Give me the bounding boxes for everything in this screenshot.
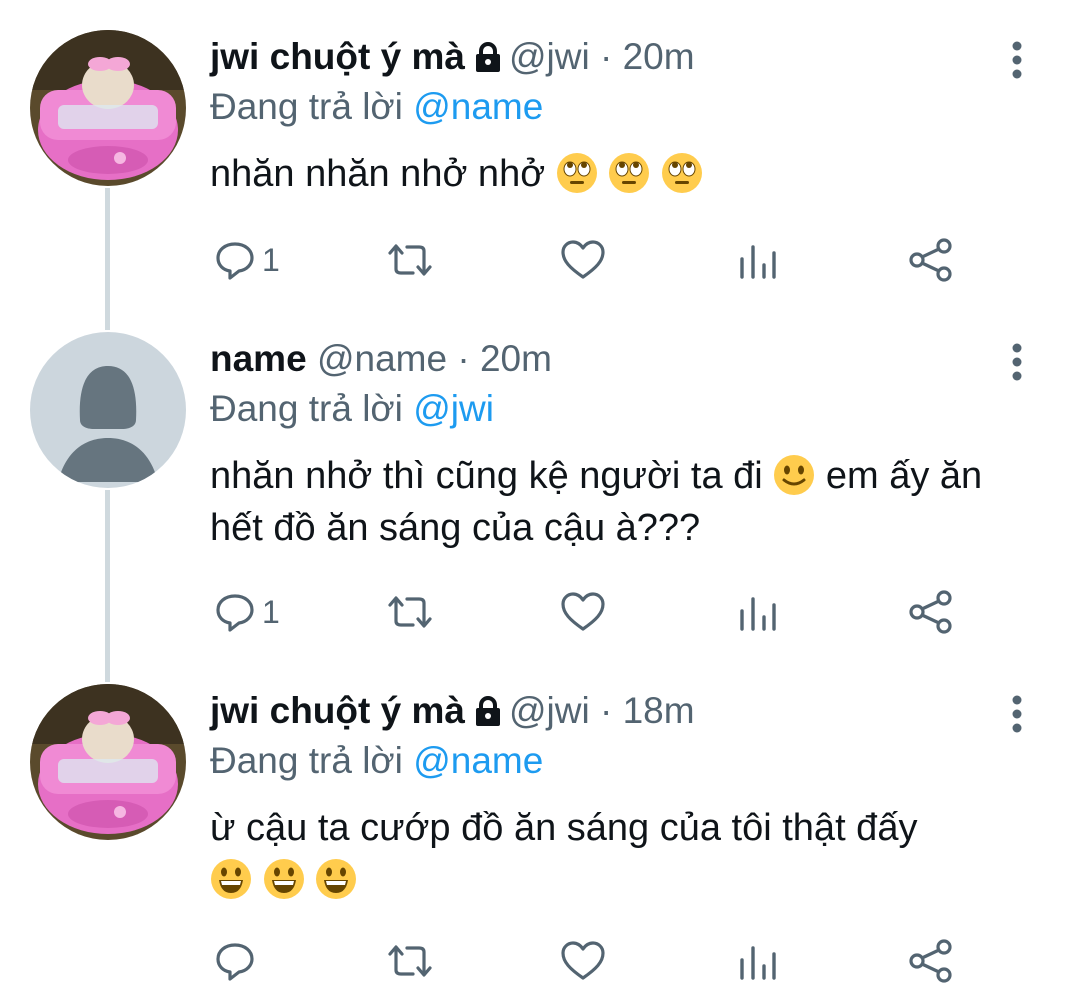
reply-count: 1 bbox=[262, 241, 280, 278]
share-button[interactable] bbox=[908, 936, 954, 986]
like-button[interactable] bbox=[560, 587, 606, 637]
analytics-icon bbox=[740, 597, 776, 631]
reply-button[interactable]: 1 bbox=[214, 235, 280, 285]
reply-icon bbox=[216, 242, 254, 280]
tweet-header: jwi chuột ý mà @jwi · 20m bbox=[210, 35, 695, 83]
grinning-face-emoji bbox=[316, 859, 357, 899]
avatar[interactable] bbox=[30, 30, 186, 186]
retweet-button[interactable] bbox=[386, 936, 434, 986]
handle[interactable]: @name bbox=[317, 338, 447, 379]
slightly-smiling-emoji bbox=[774, 455, 815, 495]
reply-count: 1 bbox=[262, 593, 280, 630]
like-icon bbox=[561, 592, 605, 631]
tweet-text: nhăn nhăn nhở nhở bbox=[210, 148, 1010, 200]
tweet[interactable]: jwi chuột ý mà @jwi · 18m Đang trả lời @n… bbox=[0, 684, 1080, 1003]
retweet-button[interactable] bbox=[386, 235, 434, 285]
grinning-face-emoji bbox=[263, 859, 304, 899]
default-profile-icon bbox=[30, 332, 186, 488]
like-icon bbox=[561, 240, 605, 279]
tweet-text: nhăn nhở thì cũng kệ người ta đi em ấy ă… bbox=[210, 450, 1010, 554]
more-options-icon[interactable] bbox=[1003, 692, 1031, 736]
avatar[interactable] bbox=[30, 684, 186, 840]
rolling-eyes-emoji bbox=[609, 153, 650, 193]
retweet-icon bbox=[388, 945, 432, 977]
analytics-icon bbox=[740, 245, 776, 279]
display-name[interactable]: jwi chuột ý mà bbox=[210, 690, 465, 731]
timestamp[interactable]: 18m bbox=[623, 690, 695, 731]
analytics-icon bbox=[740, 946, 776, 980]
handle[interactable]: @jwi bbox=[509, 36, 590, 77]
reply-button[interactable]: 1 bbox=[214, 587, 280, 637]
tweet-header: name @name · 20m bbox=[210, 337, 552, 381]
more-options-icon[interactable] bbox=[1003, 38, 1031, 82]
display-name[interactable]: jwi chuột ý mà bbox=[210, 36, 465, 77]
like-button[interactable] bbox=[560, 936, 606, 986]
analytics-button[interactable] bbox=[738, 587, 778, 637]
share-icon bbox=[909, 939, 952, 983]
lock-icon bbox=[473, 39, 503, 83]
tweet-actions bbox=[0, 936, 1080, 986]
like-button[interactable] bbox=[560, 235, 606, 285]
hamster-avatar-image bbox=[30, 684, 186, 840]
timestamp[interactable]: 20m bbox=[623, 36, 695, 77]
replying-to: Đang trả lời @name bbox=[210, 739, 543, 783]
reply-icon bbox=[216, 943, 254, 981]
share-button[interactable] bbox=[908, 587, 954, 637]
retweet-icon bbox=[388, 244, 432, 276]
tweet[interactable]: name @name · 20m Đang trả lời @jwi nhăn … bbox=[0, 332, 1080, 652]
hamster-avatar-image bbox=[30, 30, 186, 186]
grinning-face-emoji bbox=[211, 859, 251, 899]
rolling-eyes-emoji bbox=[661, 153, 702, 193]
tweet-text-content: nhăn nhăn nhở nhở bbox=[210, 153, 546, 195]
separator: · bbox=[457, 338, 470, 379]
replying-to: Đang trả lời @jwi bbox=[210, 387, 494, 431]
handle[interactable]: @jwi bbox=[509, 690, 590, 731]
tweet-actions: 1 bbox=[0, 587, 1080, 637]
analytics-button[interactable] bbox=[738, 235, 778, 285]
mention-link[interactable]: @jwi bbox=[413, 388, 494, 429]
more-options-icon[interactable] bbox=[1003, 340, 1031, 384]
tweet-text: ừ cậu ta cướp đồ ăn sáng của tôi thật đấ… bbox=[210, 802, 1010, 906]
emoji-group bbox=[556, 153, 703, 195]
display-name[interactable]: name bbox=[210, 338, 307, 379]
replying-to-label: Đang trả lời bbox=[210, 740, 403, 781]
replying-to: Đang trả lời @name bbox=[210, 85, 543, 129]
retweet-button[interactable] bbox=[386, 587, 434, 637]
mention-link[interactable]: @name bbox=[413, 740, 543, 781]
reply-button[interactable] bbox=[214, 936, 262, 986]
retweet-icon bbox=[388, 596, 432, 628]
emoji-group bbox=[210, 859, 357, 901]
tweet-text-content: nhăn nhở thì cũng kệ người ta đi bbox=[210, 455, 763, 497]
mention-link[interactable]: @name bbox=[413, 86, 543, 127]
tweet-actions: 1 bbox=[0, 235, 1080, 285]
analytics-button[interactable] bbox=[738, 936, 778, 986]
share-icon bbox=[909, 590, 952, 634]
timestamp[interactable]: 20m bbox=[480, 338, 552, 379]
replying-to-label: Đang trả lời bbox=[210, 86, 403, 127]
tweet-header: jwi chuột ý mà @jwi · 18m bbox=[210, 689, 695, 737]
rolling-eyes-emoji bbox=[556, 153, 597, 193]
reply-icon bbox=[216, 594, 254, 632]
tweet-text-content: ừ cậu ta cướp đồ ăn sáng của tôi thật đấ… bbox=[210, 807, 918, 849]
avatar[interactable] bbox=[30, 332, 186, 488]
replying-to-label: Đang trả lời bbox=[210, 388, 403, 429]
like-icon bbox=[561, 941, 605, 980]
share-icon bbox=[909, 238, 952, 282]
share-button[interactable] bbox=[908, 235, 954, 285]
separator: · bbox=[599, 36, 613, 77]
tweet[interactable]: jwi chuột ý mà @jwi · 20m Đang trả lời @n… bbox=[0, 30, 1080, 300]
lock-icon bbox=[473, 693, 503, 737]
separator: · bbox=[599, 690, 613, 731]
